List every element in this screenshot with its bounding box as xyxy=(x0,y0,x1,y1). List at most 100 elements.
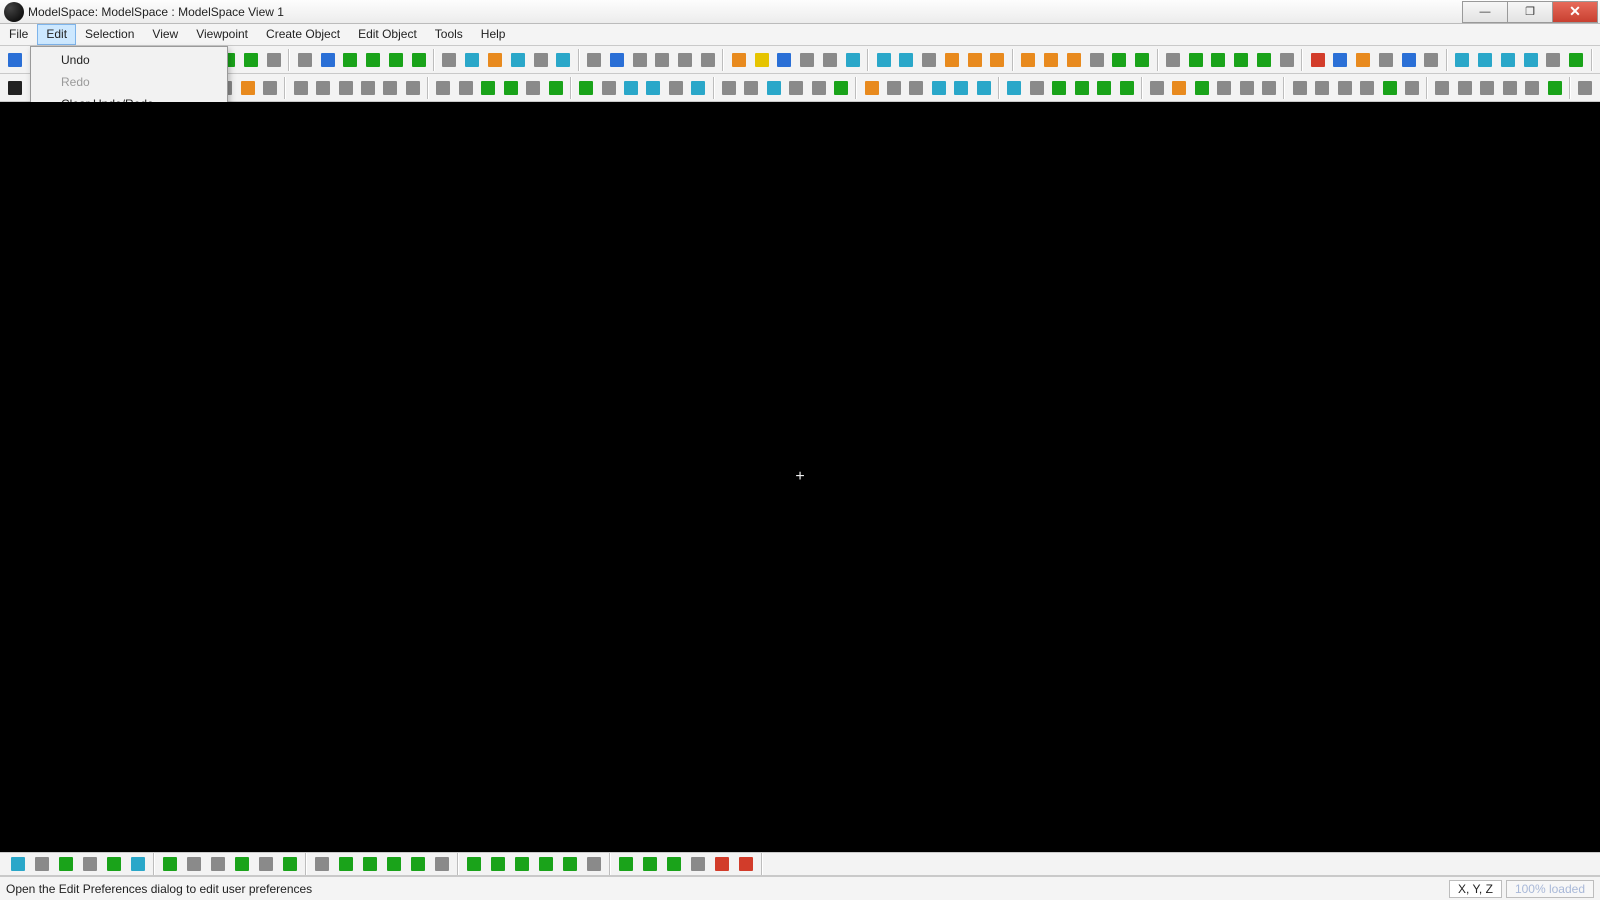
tb2-btn-30[interactable] xyxy=(719,77,739,99)
viewport[interactable]: + xyxy=(0,102,1600,852)
tb3-btn-21[interactable] xyxy=(535,853,557,875)
tb2-btn-55[interactable] xyxy=(1312,77,1332,99)
tb1-btn-19[interactable] xyxy=(462,49,483,71)
tb1-btn-18[interactable] xyxy=(439,49,460,71)
tb2-btn-60[interactable] xyxy=(1432,77,1452,99)
tb2-btn-53[interactable] xyxy=(1259,77,1279,99)
tb2-btn-54[interactable] xyxy=(1289,77,1309,99)
tb2-btn-31[interactable] xyxy=(741,77,761,99)
tb1-btn-22[interactable] xyxy=(530,49,551,71)
tb1-btn-33[interactable] xyxy=(797,49,818,71)
menu-edit[interactable]: Edit xyxy=(37,24,76,45)
tb1-btn-30[interactable] xyxy=(728,49,749,71)
tb2-btn-23[interactable] xyxy=(545,77,565,99)
tb1-btn-44[interactable] xyxy=(1063,49,1084,71)
tb2-btn-15[interactable] xyxy=(358,77,378,99)
tb2-btn-42[interactable] xyxy=(1004,77,1024,99)
tb2-btn-57[interactable] xyxy=(1357,77,1377,99)
tb2-btn-43[interactable] xyxy=(1026,77,1046,99)
tb2-btn-40[interactable] xyxy=(951,77,971,99)
tb1-btn-51[interactable] xyxy=(1231,49,1252,71)
tb1-btn-35[interactable] xyxy=(842,49,863,71)
tb1-btn-63[interactable] xyxy=(1520,49,1541,71)
tb3-btn-19[interactable] xyxy=(487,853,509,875)
tb1-btn-10[interactable] xyxy=(241,49,262,71)
tb3-btn-14[interactable] xyxy=(359,853,381,875)
tb1-btn-45[interactable] xyxy=(1086,49,1107,71)
tb3-btn-20[interactable] xyxy=(511,853,533,875)
tb3-btn-7[interactable] xyxy=(183,853,205,875)
tb1-btn-26[interactable] xyxy=(629,49,650,71)
tb1-btn-65[interactable] xyxy=(1566,49,1587,71)
minimize-button[interactable]: — xyxy=(1462,1,1508,23)
tb3-btn-9[interactable] xyxy=(231,853,253,875)
tb1-btn-13[interactable] xyxy=(317,49,338,71)
tb2-btn-33[interactable] xyxy=(786,77,806,99)
tb1-btn-47[interactable] xyxy=(1132,49,1153,71)
tb2-btn-35[interactable] xyxy=(831,77,851,99)
tb2-btn-38[interactable] xyxy=(906,77,926,99)
tb3-btn-13[interactable] xyxy=(335,853,357,875)
tb3-btn-28[interactable] xyxy=(711,853,733,875)
tb2-btn-13[interactable] xyxy=(313,77,333,99)
menu-edit-object[interactable]: Edit Object xyxy=(349,24,426,45)
tb3-btn-8[interactable] xyxy=(207,853,229,875)
tb1-btn-11[interactable] xyxy=(264,49,285,71)
tb3-btn-22[interactable] xyxy=(559,853,581,875)
tb1-btn-52[interactable] xyxy=(1254,49,1275,71)
tb2-btn-56[interactable] xyxy=(1334,77,1354,99)
tb1-btn-40[interactable] xyxy=(964,49,985,71)
tb1-btn-59[interactable] xyxy=(1421,49,1442,71)
tb2-btn-51[interactable] xyxy=(1214,77,1234,99)
tb1-btn-57[interactable] xyxy=(1376,49,1397,71)
tb3-btn-4[interactable] xyxy=(103,853,125,875)
tb2-btn-59[interactable] xyxy=(1402,77,1422,99)
tb3-btn-1[interactable] xyxy=(31,853,53,875)
tb2-btn-19[interactable] xyxy=(456,77,476,99)
tb1-btn-27[interactable] xyxy=(652,49,673,71)
tb3-btn-2[interactable] xyxy=(55,853,77,875)
menu-file[interactable]: File xyxy=(0,24,37,45)
tb2-btn-47[interactable] xyxy=(1116,77,1136,99)
close-button[interactable]: ✕ xyxy=(1552,1,1598,23)
tb3-btn-25[interactable] xyxy=(639,853,661,875)
tb1-btn-48[interactable] xyxy=(1163,49,1184,71)
tb1-btn-46[interactable] xyxy=(1109,49,1130,71)
tb1-btn-28[interactable] xyxy=(675,49,696,71)
tb2-btn-46[interactable] xyxy=(1094,77,1114,99)
tb1-btn-62[interactable] xyxy=(1497,49,1518,71)
tb1-btn-42[interactable] xyxy=(1018,49,1039,71)
tb1-btn-31[interactable] xyxy=(751,49,772,71)
tb3-btn-5[interactable] xyxy=(127,853,149,875)
tb3-btn-27[interactable] xyxy=(687,853,709,875)
tb2-btn-41[interactable] xyxy=(974,77,994,99)
tb2-btn-20[interactable] xyxy=(478,77,498,99)
tb2-btn-16[interactable] xyxy=(380,77,400,99)
tb3-btn-26[interactable] xyxy=(663,853,685,875)
tb3-btn-17[interactable] xyxy=(431,853,453,875)
tb1-btn-25[interactable] xyxy=(607,49,628,71)
menu-help[interactable]: Help xyxy=(472,24,515,45)
menu-viewpoint[interactable]: Viewpoint xyxy=(187,24,257,45)
tb2-btn-58[interactable] xyxy=(1379,77,1399,99)
tb2-btn-21[interactable] xyxy=(501,77,521,99)
tb3-btn-15[interactable] xyxy=(383,853,405,875)
tb1-btn-20[interactable] xyxy=(485,49,506,71)
tb2-btn-24[interactable] xyxy=(576,77,596,99)
tb1-btn-32[interactable] xyxy=(774,49,795,71)
tb2-btn-14[interactable] xyxy=(335,77,355,99)
maximize-button[interactable]: ❐ xyxy=(1507,1,1553,23)
tb1-btn-64[interactable] xyxy=(1543,49,1564,71)
tb1-btn-12[interactable] xyxy=(294,49,315,71)
menu-tools[interactable]: Tools xyxy=(426,24,472,45)
tb1-btn-36[interactable] xyxy=(873,49,894,71)
tb3-btn-11[interactable] xyxy=(279,853,301,875)
tb1-btn-15[interactable] xyxy=(363,49,384,71)
tb1-btn-29[interactable] xyxy=(698,49,719,71)
tb2-btn-28[interactable] xyxy=(666,77,686,99)
tb2-btn-27[interactable] xyxy=(643,77,663,99)
tb3-btn-16[interactable] xyxy=(407,853,429,875)
tb2-btn-34[interactable] xyxy=(808,77,828,99)
tb2-btn-22[interactable] xyxy=(523,77,543,99)
tb1-btn-0[interactable] xyxy=(5,49,26,71)
